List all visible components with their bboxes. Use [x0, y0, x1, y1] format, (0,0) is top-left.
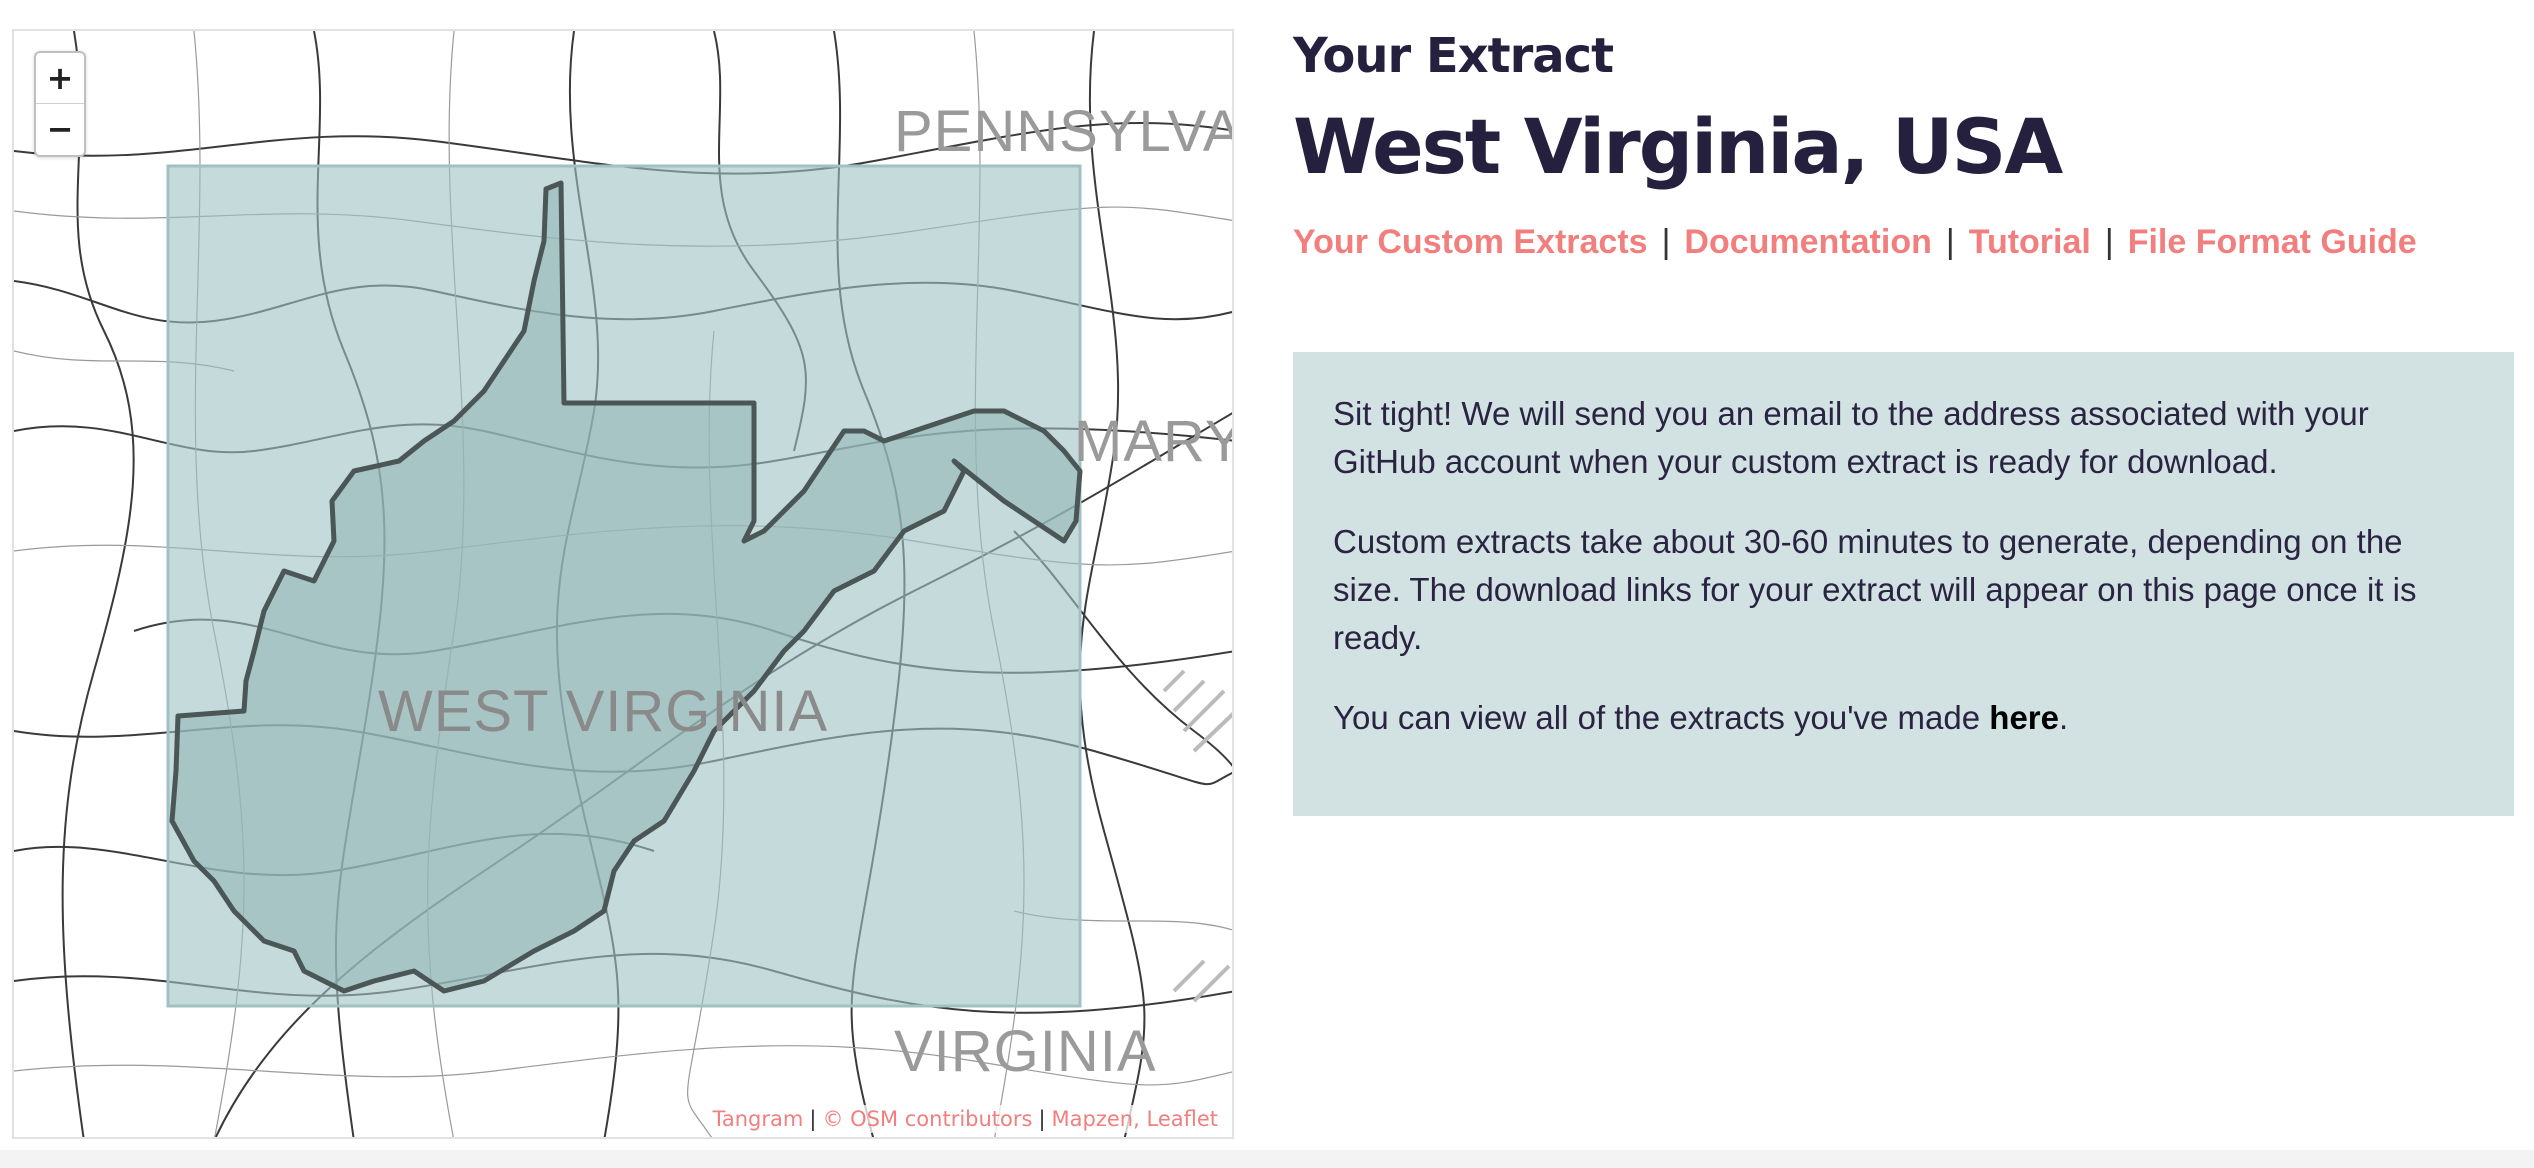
documentation-link[interactable]: Documentation [1684, 223, 1931, 261]
map-attribution: Tangram | © OSM contributors | Mapzen, Leafl… [708, 1105, 1222, 1133]
label-west-virginia: WEST VIRGINIA [378, 679, 828, 744]
attribution-tangram-link[interactable]: Tangram [713, 1107, 804, 1131]
file-format-guide-link[interactable]: File Format Guide [2128, 223, 2417, 261]
page-title: West Virginia, USA [1293, 102, 2063, 191]
map-canvas[interactable]: PENNSYLVAN MARYL WEST VIRGINIA VIRGINIA [14, 31, 1234, 1139]
label-virginia: VIRGINIA [894, 1019, 1157, 1084]
notice-paragraph-view-all: You can view all of the extracts you've … [1333, 694, 2474, 742]
page-footer-strip [0, 1150, 2534, 1168]
attribution-comma: , [1133, 1107, 1147, 1131]
notice-paragraph-timing: Custom extracts take about 30-60 minutes… [1333, 523, 2417, 656]
view-all-period: . [2059, 699, 2069, 736]
notice-paragraph-email: Sit tight! We will send you an email to … [1333, 395, 2369, 480]
zoom-in-button[interactable]: + [36, 53, 84, 103]
terrain-hatch [1162, 669, 1232, 1003]
nav-separator: | [2104, 223, 2114, 261]
label-maryland: MARYL [1074, 409, 1234, 474]
nav-links: Your Custom Extracts | Documentation | Tutor… [1293, 220, 2523, 264]
custom-extracts-link[interactable]: Your Custom Extracts [1293, 223, 1648, 261]
view-all-text: You can view all of the extracts you've … [1333, 699, 1990, 736]
extract-panel: Your Extract West Virginia, USA Your Cus… [1293, 28, 2523, 264]
label-pennsylvania: PENNSYLVAN [894, 99, 1234, 164]
attribution-osm-link[interactable]: © OSM contributors [822, 1107, 1032, 1131]
map[interactable]: PENNSYLVAN MARYL WEST VIRGINIA VIRGINIA … [12, 29, 1234, 1139]
extract-eyebrow: Your Extract [1293, 28, 1614, 84]
nav-separator: | [1945, 223, 1955, 261]
attribution-leaflet-link[interactable]: Leaflet [1146, 1107, 1218, 1131]
attribution-sep: | [809, 1107, 817, 1131]
attribution-sep: | [1038, 1107, 1046, 1131]
attribution-mapzen-link[interactable]: Mapzen [1052, 1107, 1134, 1131]
zoom-control: + − [34, 51, 86, 157]
status-notice: Sit tight! We will send you an email to … [1293, 352, 2514, 816]
view-all-here-link[interactable]: here [1989, 699, 2059, 736]
nav-separator: | [1661, 223, 1671, 261]
tutorial-link[interactable]: Tutorial [1969, 223, 2091, 261]
zoom-out-button[interactable]: − [36, 103, 84, 153]
